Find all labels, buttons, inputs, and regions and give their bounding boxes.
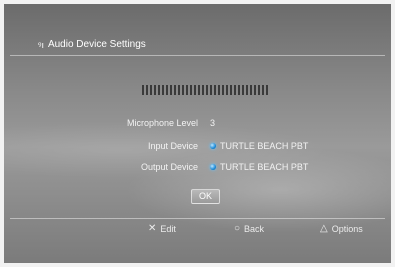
footer-back[interactable]: ○ Back	[234, 223, 265, 235]
selected-indicator-icon	[210, 164, 216, 170]
microphone-level-label: Microphone Level	[126, 118, 198, 128]
ok-button[interactable]: OK	[191, 189, 220, 204]
page-title: Audio Device Settings	[47, 39, 146, 50]
screen: ꝰı Audio Device Settings Microphone Leve…	[0, 0, 395, 267]
triangle-icon: △	[320, 223, 328, 234]
output-device-value-text: TURTLE BEACH PBT	[220, 162, 309, 172]
footer-divider	[10, 218, 385, 219]
header: ꝰı Audio Device Settings	[38, 38, 146, 51]
input-device-row[interactable]: Input Device TURTLE BEACH PBT	[0, 141, 395, 155]
circle-icon: ○	[234, 223, 241, 234]
microphone-level-meter	[142, 85, 270, 95]
selected-indicator-icon	[210, 143, 216, 149]
footer-options[interactable]: △ Options	[320, 223, 363, 235]
footer-edit[interactable]: ✕ Edit	[148, 223, 176, 235]
microphone-level-value[interactable]: 3	[210, 118, 215, 128]
microphone-level-value-text: 3	[210, 118, 216, 128]
footer-edit-label: Edit	[160, 224, 176, 234]
footer-options-label: Options	[331, 224, 363, 234]
cross-icon: ✕	[148, 223, 157, 234]
input-device-value[interactable]: TURTLE BEACH PBT	[210, 141, 308, 151]
input-device-value-text: TURTLE BEACH PBT	[220, 141, 309, 151]
output-device-row[interactable]: Output Device TURTLE BEACH PBT	[0, 162, 395, 176]
footer-back-label: Back	[244, 224, 265, 234]
microphone-level-row[interactable]: Microphone Level 3	[0, 118, 395, 132]
input-device-label: Input Device	[147, 141, 198, 151]
speaker-icon: ꝰı	[38, 40, 44, 50]
output-device-value[interactable]: TURTLE BEACH PBT	[210, 162, 308, 172]
header-divider	[10, 55, 385, 56]
output-device-label: Output Device	[140, 162, 198, 172]
